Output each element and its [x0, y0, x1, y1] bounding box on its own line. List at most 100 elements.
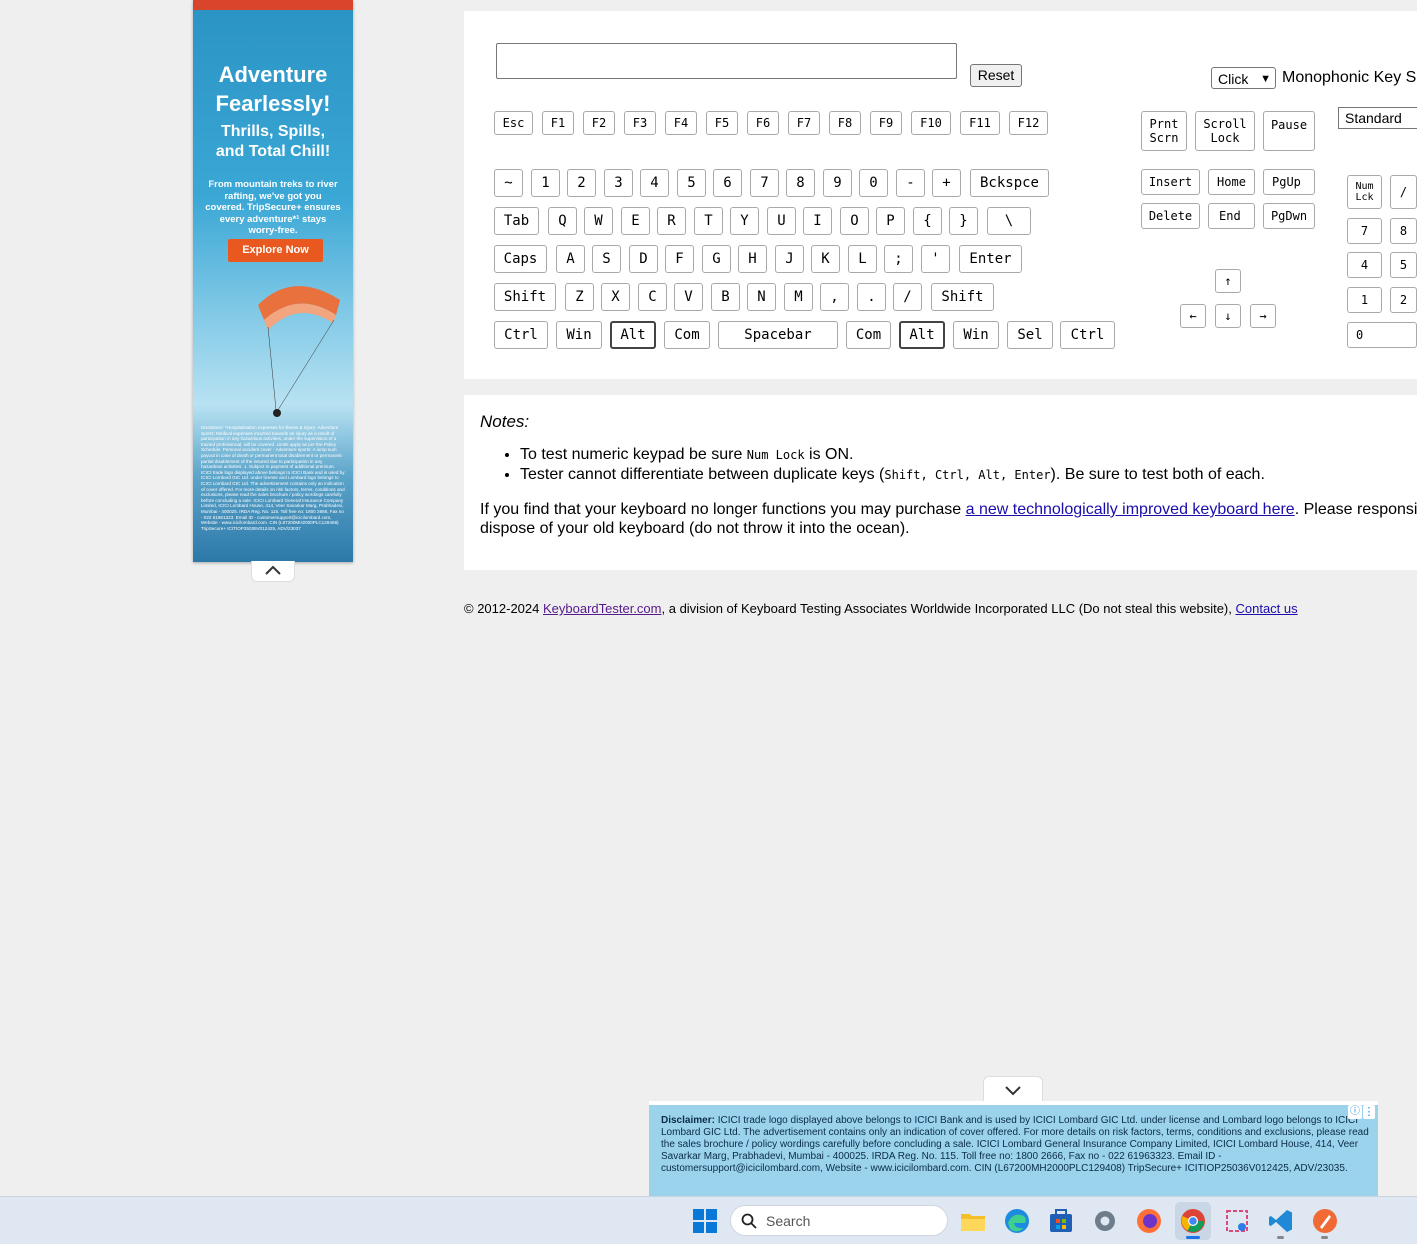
key-minus[interactable]: -	[896, 169, 925, 197]
key-h[interactable]: H	[738, 245, 767, 273]
bottom-advertisement[interactable]: Disclaimer: ICICI trade logo displayed a…	[649, 1101, 1378, 1196]
key-enter[interactable]: Enter	[959, 245, 1022, 273]
key-f1[interactable]: F1	[542, 111, 574, 135]
key-ctrl-left[interactable]: Ctrl	[494, 321, 548, 349]
key-y[interactable]: Y	[730, 207, 759, 235]
key-p[interactable]: P	[876, 207, 905, 235]
key-alt-right[interactable]: Alt	[899, 321, 945, 349]
key-win-right[interactable]: Win	[953, 321, 999, 349]
explore-now-button[interactable]: Explore Now	[228, 239, 323, 262]
collapse-bottom-ad-button[interactable]	[983, 1076, 1043, 1103]
left-advertisement[interactable]: Adventure Fearlessly! Thrills, Spills, a…	[193, 0, 353, 562]
key-k[interactable]: K	[811, 245, 840, 273]
snipping-tool-icon[interactable]	[1224, 1208, 1250, 1234]
key-w[interactable]: W	[584, 207, 613, 235]
key-comma[interactable]: ,	[820, 283, 849, 311]
key-z[interactable]: Z	[565, 283, 594, 311]
edge-icon[interactable]	[1004, 1208, 1030, 1234]
key-6[interactable]: 6	[713, 169, 742, 197]
key-i[interactable]: I	[803, 207, 832, 235]
key-f2[interactable]: F2	[583, 111, 615, 135]
key-c[interactable]: C	[638, 283, 667, 311]
key-x[interactable]: X	[601, 283, 630, 311]
key-semicolon[interactable]: ;	[884, 245, 913, 273]
key-o[interactable]: O	[840, 207, 869, 235]
key-num-0[interactable]: 0	[1347, 322, 1417, 348]
purchase-keyboard-link[interactable]: a new technologically improved keyboard …	[966, 501, 1295, 518]
key-esc[interactable]: Esc	[494, 111, 533, 135]
key-alt-left[interactable]: Alt	[610, 321, 656, 349]
key-arrow-down[interactable]: ↓	[1215, 304, 1241, 328]
key-period[interactable]: .	[857, 283, 886, 311]
key-home[interactable]: Home	[1208, 169, 1255, 195]
key-2[interactable]: 2	[567, 169, 596, 197]
key-f10[interactable]: F10	[911, 111, 951, 135]
contact-us-link[interactable]: Contact us	[1235, 601, 1297, 616]
key-shift-right[interactable]: Shift	[931, 283, 994, 311]
key-num-2[interactable]: 2	[1390, 287, 1417, 313]
ad-info-icon[interactable]: ⓘ	[1348, 1105, 1362, 1119]
key-lbrace[interactable]: {	[913, 207, 942, 235]
key-u[interactable]: U	[767, 207, 796, 235]
collapse-ad-button[interactable]	[251, 561, 295, 582]
key-f7[interactable]: F7	[788, 111, 820, 135]
key-1[interactable]: 1	[531, 169, 560, 197]
key-f8[interactable]: F8	[829, 111, 861, 135]
key-q[interactable]: Q	[548, 207, 577, 235]
key-arrow-left[interactable]: ←	[1180, 304, 1206, 328]
key-arrow-up[interactable]: ↑	[1215, 269, 1241, 293]
store-icon[interactable]	[1048, 1208, 1074, 1234]
key-n[interactable]: N	[747, 283, 776, 311]
key-tilde[interactable]: ~	[494, 169, 523, 197]
key-f5[interactable]: F5	[706, 111, 738, 135]
key-t[interactable]: T	[694, 207, 723, 235]
key-f9[interactable]: F9	[870, 111, 902, 135]
key-input-textarea[interactable]	[496, 43, 957, 79]
site-link[interactable]: KeyboardTester.com	[543, 601, 662, 616]
key-tab[interactable]: Tab	[494, 207, 539, 235]
key-f[interactable]: F	[665, 245, 694, 273]
key-f6[interactable]: F6	[747, 111, 779, 135]
key-num-8[interactable]: 8	[1390, 218, 1417, 244]
reset-button[interactable]: Reset	[970, 64, 1022, 87]
key-f11[interactable]: F11	[960, 111, 1000, 135]
key-com-left[interactable]: Com	[664, 321, 710, 349]
key-r[interactable]: R	[657, 207, 686, 235]
key-win-left[interactable]: Win	[556, 321, 602, 349]
key-spacebar[interactable]: Spacebar	[718, 321, 838, 349]
key-quote[interactable]: '	[921, 245, 950, 273]
key-insert[interactable]: Insert	[1141, 169, 1200, 195]
key-5[interactable]: 5	[677, 169, 706, 197]
key-3[interactable]: 3	[604, 169, 633, 197]
key-rbrace[interactable]: }	[949, 207, 978, 235]
mode-select[interactable]: Click ▼	[1211, 67, 1276, 89]
key-num-4[interactable]: 4	[1347, 252, 1382, 278]
key-b[interactable]: B	[711, 283, 740, 311]
key-e[interactable]: E	[621, 207, 650, 235]
key-num-1[interactable]: 1	[1347, 287, 1382, 313]
key-f4[interactable]: F4	[665, 111, 697, 135]
key-plus[interactable]: +	[932, 169, 961, 197]
settings-icon[interactable]	[1092, 1208, 1118, 1234]
key-l[interactable]: L	[848, 245, 877, 273]
key-g[interactable]: G	[702, 245, 731, 273]
key-delete[interactable]: Delete	[1141, 203, 1200, 229]
key-num-lock[interactable]: Num Lck	[1347, 175, 1382, 209]
firefox-icon[interactable]	[1136, 1208, 1162, 1234]
vscode-icon[interactable]	[1268, 1208, 1294, 1234]
pen-app-icon[interactable]	[1312, 1208, 1338, 1234]
key-arrow-right[interactable]: →	[1250, 304, 1276, 328]
key-f12[interactable]: F12	[1009, 111, 1048, 135]
windows-start-icon[interactable]	[692, 1208, 718, 1234]
key-0[interactable]: 0	[859, 169, 888, 197]
key-num-7[interactable]: 7	[1347, 218, 1382, 244]
key-s[interactable]: S	[592, 245, 621, 273]
chrome-icon[interactable]	[1180, 1208, 1206, 1234]
key-d[interactable]: D	[629, 245, 658, 273]
key-pause[interactable]: Pause	[1263, 111, 1315, 151]
key-backspace[interactable]: Bckspce	[970, 169, 1049, 197]
key-7[interactable]: 7	[750, 169, 779, 197]
key-j[interactable]: J	[775, 245, 804, 273]
key-shift-left[interactable]: Shift	[494, 283, 556, 311]
key-v[interactable]: V	[674, 283, 703, 311]
